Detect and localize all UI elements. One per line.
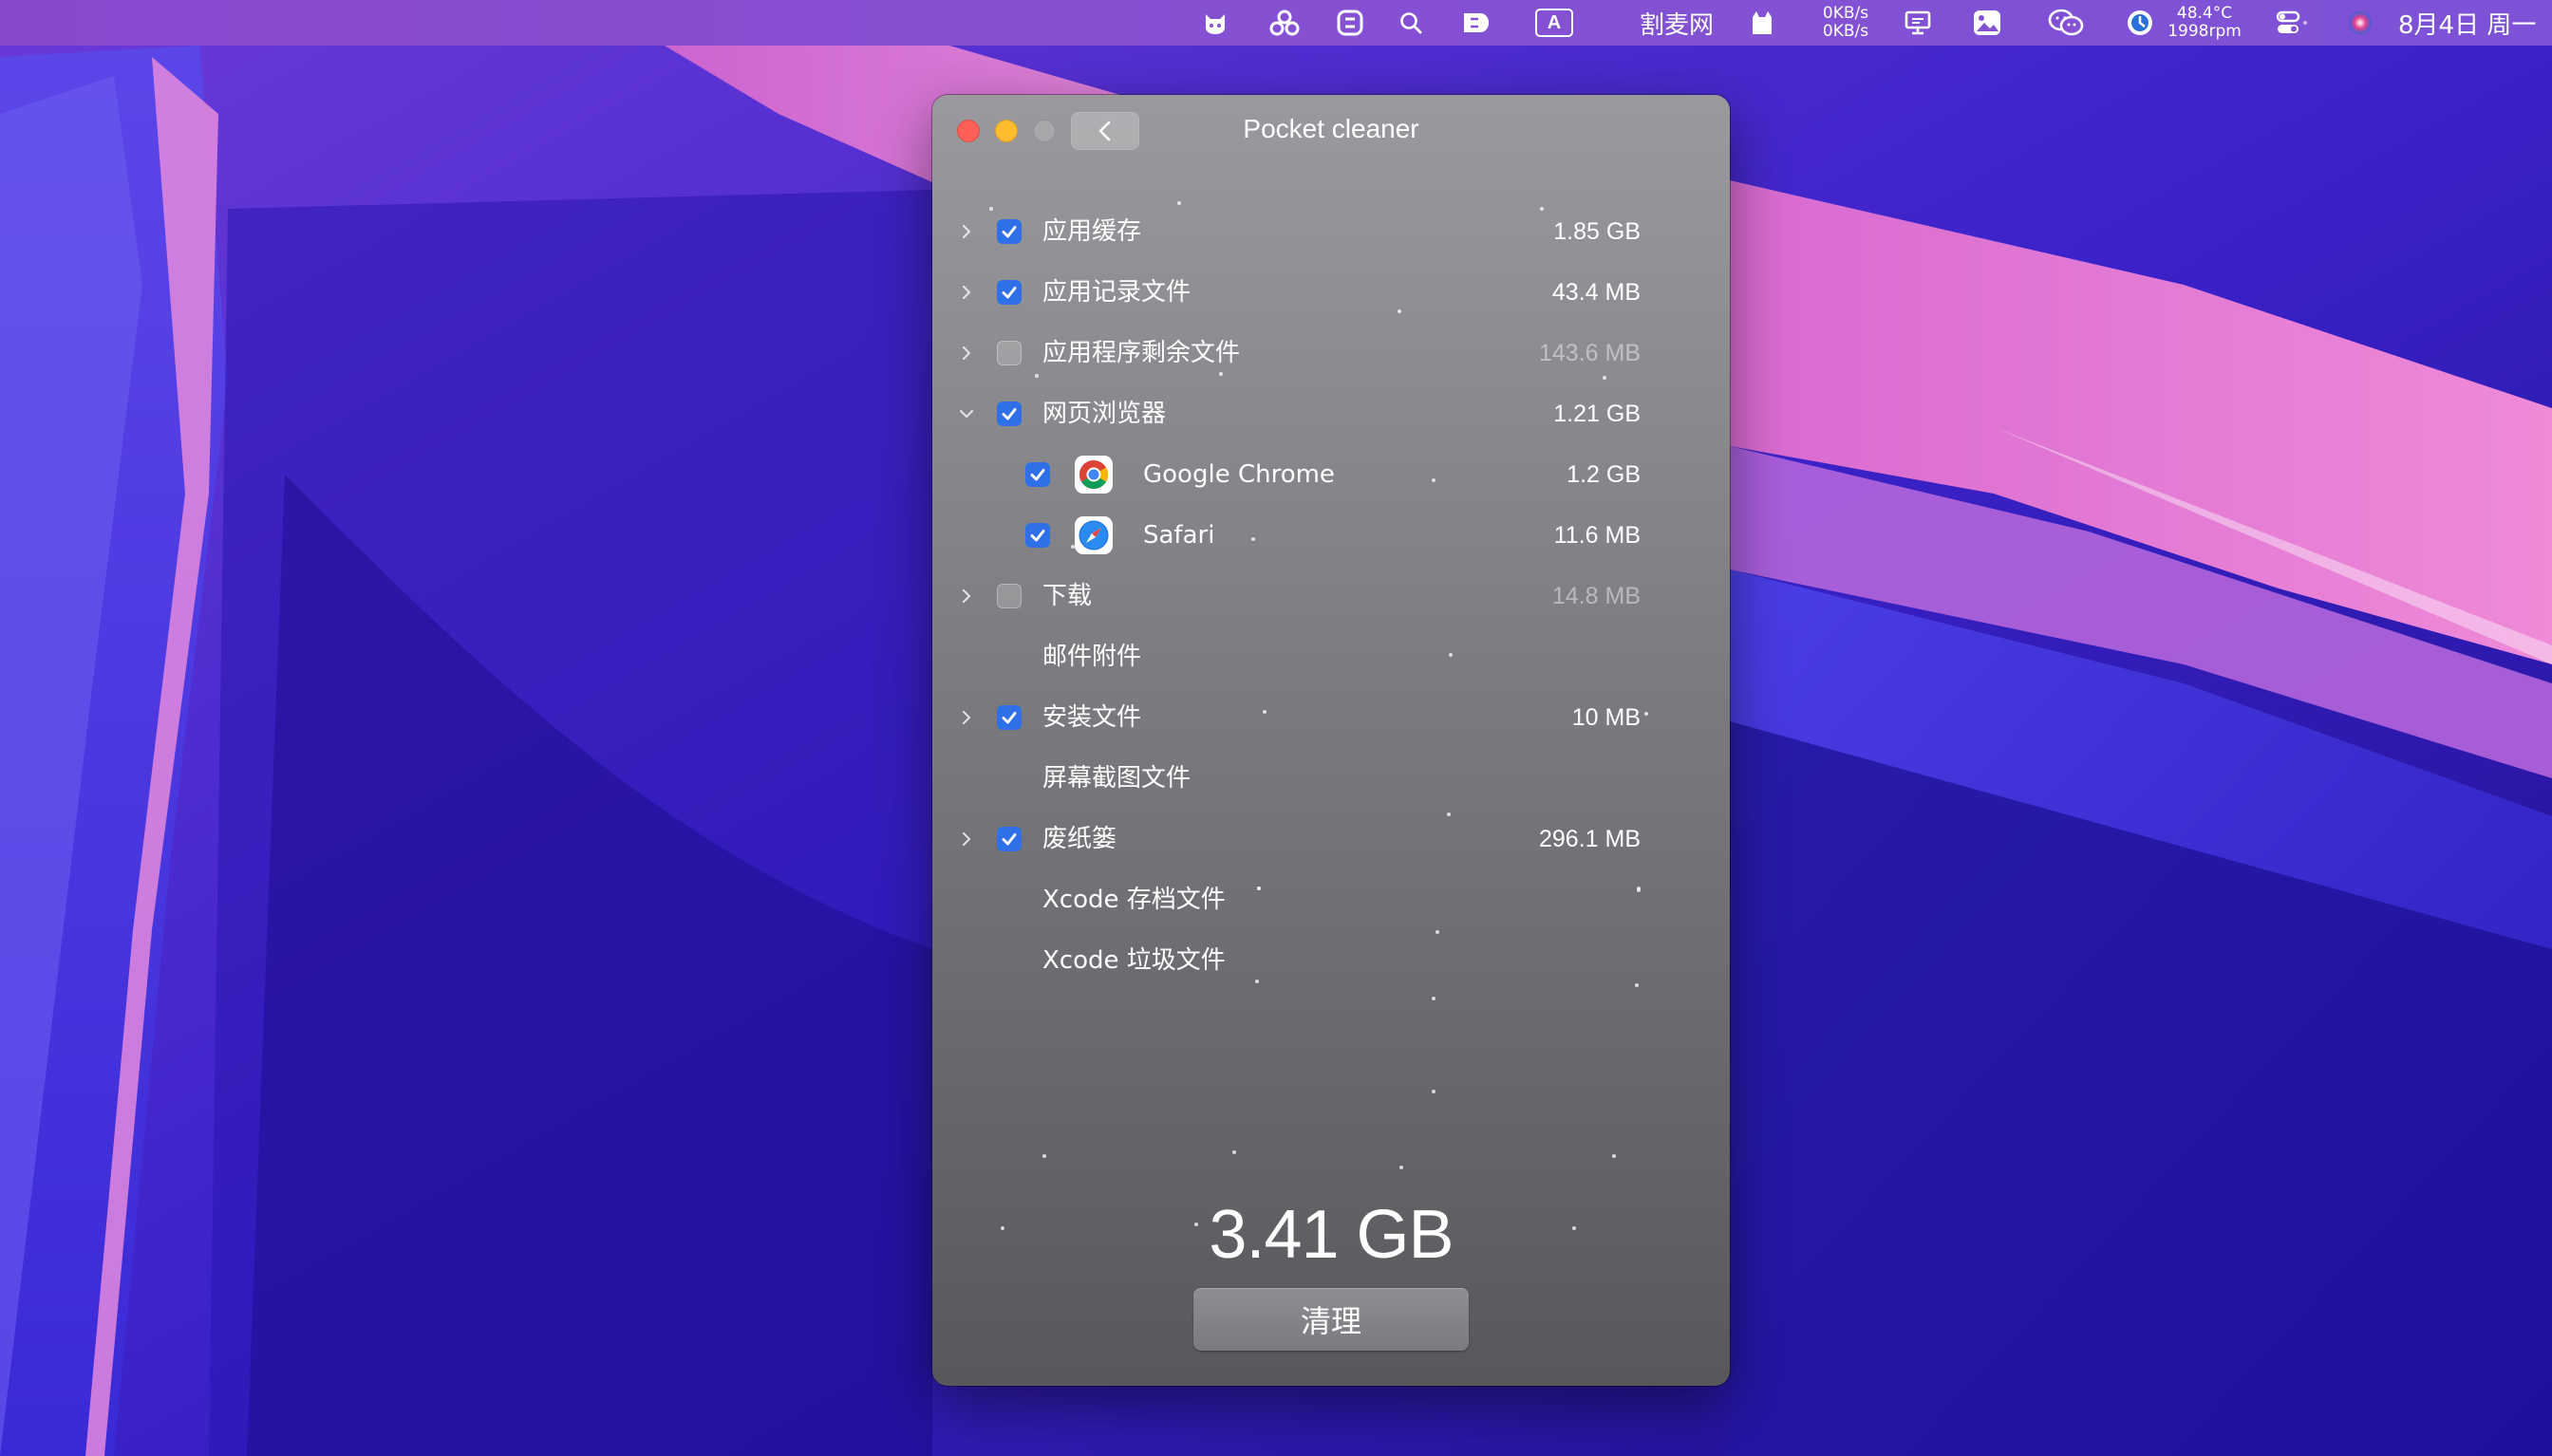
- snow-dot: [1042, 1154, 1046, 1158]
- item-label: 应用记录文件: [1042, 278, 1192, 307]
- zoom-button: [1033, 120, 1056, 142]
- snow-dot: [1432, 997, 1436, 1000]
- runcat-icon[interactable]: [1745, 0, 1779, 46]
- network-down: 0KB/s: [1822, 22, 1869, 41]
- item-label: 下载: [1042, 582, 1093, 610]
- siri-icon[interactable]: [2343, 0, 2377, 46]
- item-size: 1.2 GB: [1567, 461, 1641, 488]
- chrome-icon: [1075, 456, 1113, 494]
- category-row[interactable]: 邮件附件: [932, 626, 1730, 687]
- item-size: 1.21 GB: [1553, 401, 1641, 427]
- sensor-readout[interactable]: 48.4°C 1998rpm: [2165, 0, 2244, 46]
- item-label: 安装文件: [1042, 703, 1142, 732]
- item-label: 网页浏览器: [1042, 400, 1167, 428]
- network-speed[interactable]: 0KB/s 0KB/s: [1815, 0, 1876, 46]
- photos-icon[interactable]: [1969, 0, 2005, 46]
- item-checkbox[interactable]: [1025, 523, 1050, 548]
- cpu-temperature: 48.4°C: [2176, 4, 2233, 23]
- item-size: 43.4 MB: [1551, 279, 1641, 306]
- chevron-down-icon[interactable]: [957, 404, 976, 423]
- close-button[interactable]: [957, 120, 980, 142]
- chevron-right-icon[interactable]: [957, 222, 976, 241]
- category-row[interactable]: 应用缓存 1.85 GB: [932, 201, 1730, 262]
- item-checkbox[interactable]: [997, 827, 1022, 851]
- snow-dot: [1612, 1154, 1616, 1158]
- category-row[interactable]: 应用程序剩余文件 143.6 MB: [932, 323, 1730, 383]
- category-row[interactable]: 应用记录文件 43.4 MB: [932, 262, 1730, 323]
- chevron-right-icon[interactable]: [957, 283, 976, 302]
- item-size: 11.6 MB: [1553, 522, 1641, 549]
- istat-icon[interactable]: [2123, 0, 2157, 46]
- item-label: Xcode 垃圾文件: [1042, 946, 1226, 975]
- category-row[interactable]: 网页浏览器 1.21 GB: [932, 383, 1730, 444]
- total-size: 3.41 GB: [1209, 1197, 1454, 1273]
- snow-dot: [1399, 1166, 1403, 1169]
- fan-speed: 1998rpm: [2167, 22, 2242, 41]
- item-size: 1.85 GB: [1553, 218, 1641, 245]
- pocket-cleaner-window: Pocket cleaner 应用缓存 1.85 GB 应用记录文件 43.4 MB 应…: [932, 95, 1730, 1386]
- chevron-right-icon[interactable]: [957, 708, 976, 727]
- drafts-icon[interactable]: [1458, 0, 1494, 46]
- item-size: 296.1 MB: [1538, 826, 1641, 852]
- item-checkbox[interactable]: [997, 280, 1022, 305]
- cat-app-icon[interactable]: [1198, 0, 1232, 46]
- browser-item-row[interactable]: Safari 11.6 MB: [932, 505, 1730, 566]
- browser-item-row[interactable]: Google Chrome 1.2 GB: [932, 444, 1730, 505]
- minimize-button[interactable]: [995, 120, 1018, 142]
- input-method-label: A: [1535, 9, 1573, 37]
- chevron-right-icon[interactable]: [957, 830, 976, 849]
- chevron-right-icon[interactable]: [957, 587, 976, 606]
- category-row[interactable]: 安装文件 10 MB: [932, 687, 1730, 748]
- category-row[interactable]: 废纸篓 296.1 MB: [932, 809, 1730, 869]
- chevron-right-icon[interactable]: [957, 344, 976, 363]
- snow-dot: [1232, 1150, 1236, 1154]
- item-label: 废纸篓: [1042, 825, 1117, 853]
- chevron-left-icon: [1098, 121, 1111, 141]
- item-checkbox[interactable]: [997, 705, 1022, 730]
- app-name-label[interactable]: 割麦网: [1639, 0, 1715, 46]
- category-row[interactable]: 下载 14.8 MB: [932, 566, 1730, 626]
- shortcuts-icon[interactable]: [1333, 0, 1367, 46]
- display-icon[interactable]: [1901, 0, 1935, 46]
- item-label: Xcode 存档文件: [1042, 886, 1226, 914]
- item-label: 邮件附件: [1042, 643, 1142, 671]
- snow-dot: [1432, 1090, 1436, 1093]
- item-checkbox[interactable]: [997, 401, 1022, 426]
- cluster-icon[interactable]: [1266, 0, 1304, 46]
- menu-bar: A 割麦网 0KB/s 0KB/s 48.4°C 1998rpm 8月4日 周一: [0, 0, 2552, 46]
- network-up: 0KB/s: [1822, 4, 1869, 23]
- item-size: 143.6 MB: [1538, 340, 1641, 366]
- item-size: 10 MB: [1571, 704, 1641, 731]
- item-checkbox[interactable]: [1025, 462, 1050, 487]
- item-checkbox[interactable]: [997, 584, 1022, 608]
- item-label: 应用程序剩余文件: [1042, 339, 1241, 367]
- item-checkbox[interactable]: [997, 341, 1022, 365]
- item-checkbox[interactable]: [997, 219, 1022, 244]
- clean-button[interactable]: 清理: [1193, 1288, 1469, 1351]
- input-method-icon[interactable]: A: [1532, 0, 1576, 46]
- item-label: Safari: [1143, 521, 1215, 550]
- category-row[interactable]: Xcode 存档文件: [932, 869, 1730, 930]
- category-row[interactable]: Xcode 垃圾文件: [932, 930, 1730, 991]
- item-size: 14.8 MB: [1551, 583, 1641, 609]
- item-label: 屏幕截图文件: [1042, 764, 1192, 793]
- item-label: 应用缓存: [1042, 217, 1142, 246]
- control-center-icon[interactable]: [2273, 0, 2311, 46]
- safari-icon: [1075, 516, 1113, 554]
- category-row[interactable]: 屏幕截图文件: [932, 748, 1730, 809]
- back-button[interactable]: [1071, 112, 1139, 150]
- search-icon[interactable]: [1396, 0, 1426, 46]
- wechat-icon[interactable]: [2045, 0, 2087, 46]
- item-label: Google Chrome: [1143, 460, 1335, 489]
- clock[interactable]: 8月4日 周一: [2398, 0, 2541, 46]
